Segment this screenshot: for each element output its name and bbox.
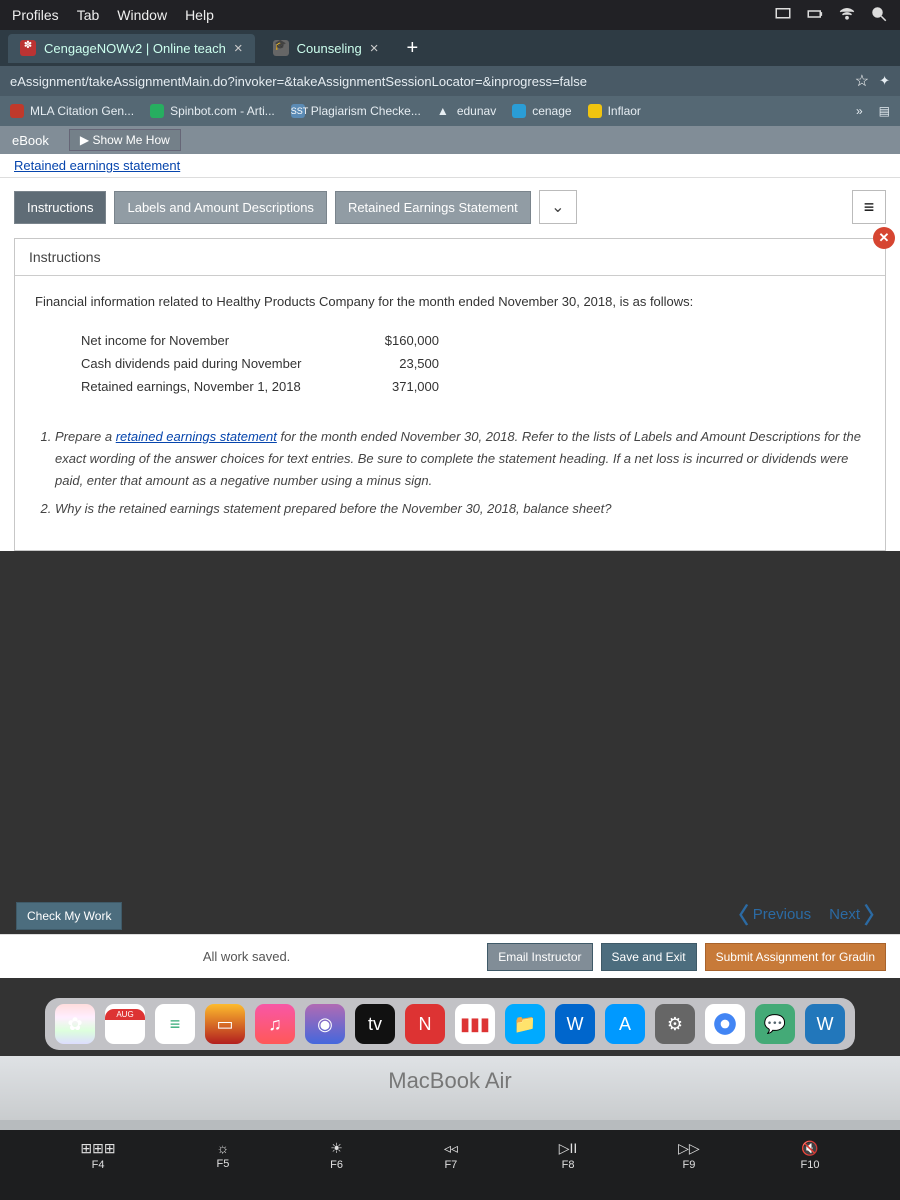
bookmark-icon xyxy=(588,104,602,118)
bookmark-icon: SST xyxy=(291,104,305,118)
footer-bar: All work saved. Email Instructor Save an… xyxy=(0,934,900,978)
bookmark-mla[interactable]: MLA Citation Gen... xyxy=(10,104,134,118)
app-bar: eBook ▶ Show Me How xyxy=(0,126,900,154)
key-f4: ⊞⊞⊞F4 xyxy=(80,1140,115,1171)
tab-instructions[interactable]: Instructions xyxy=(14,191,106,224)
key-f10: 🔇F10 xyxy=(801,1140,820,1171)
address-bar: eAssignment/takeAssignmentMain.do?invoke… xyxy=(0,66,900,96)
url-field[interactable]: eAssignment/takeAssignmentMain.do?invoke… xyxy=(10,74,845,89)
menu-help[interactable]: Help xyxy=(185,7,214,23)
settings-app-icon[interactable]: ⚙ xyxy=(655,1004,695,1044)
bookmark-plagiarism[interactable]: SSTPlagiarism Checke... xyxy=(291,104,421,118)
bookmark-edunav[interactable]: ▲edunav xyxy=(437,104,496,118)
tab-counseling[interactable]: 🎓 Counseling × xyxy=(261,34,391,63)
bookmark-icon xyxy=(10,104,24,118)
bookmark-star-icon[interactable]: ☆ xyxy=(855,71,869,91)
menu-window[interactable]: Window xyxy=(117,7,167,23)
battery-icon[interactable] xyxy=(806,5,824,26)
key-f8: ▷IIF8 xyxy=(559,1140,578,1171)
key-f7: ◃◃F7 xyxy=(444,1140,458,1171)
extension-icon[interactable]: ✦ xyxy=(879,73,890,89)
previous-button[interactable]: 〈Previous xyxy=(727,898,811,930)
table-row: Cash dividends paid during November23,50… xyxy=(81,352,865,375)
bookmark-icon xyxy=(150,104,164,118)
bookmark-inflaor[interactable]: Inflaor xyxy=(588,104,641,118)
mac-menubar: Profiles Tab Window Help xyxy=(0,0,900,30)
dock: ✿ AUG25 ≡ ▭ ♫ ◉ tv N ▮▮▮ 📁 W A ⚙ 💬 W xyxy=(0,998,900,1050)
files-app-icon[interactable]: 📁 xyxy=(505,1004,545,1044)
save-and-exit-button[interactable]: Save and Exit xyxy=(601,943,697,971)
appstore-app-icon[interactable]: A xyxy=(605,1004,645,1044)
photos-app-icon[interactable]: ✿ xyxy=(55,1004,95,1044)
tab-label: Counseling xyxy=(297,41,362,56)
bookmark-cenage[interactable]: cenage xyxy=(512,104,571,118)
stats-app-icon[interactable]: ▮▮▮ xyxy=(455,1004,495,1044)
save-status: All work saved. xyxy=(14,949,479,964)
bookmarks-bar: MLA Citation Gen... Spinbot.com - Arti..… xyxy=(0,96,900,126)
retained-earnings-link[interactable]: retained earnings statement xyxy=(116,429,277,444)
appletv-app-icon[interactable]: tv xyxy=(355,1004,395,1044)
menu-icon[interactable]: ≡ xyxy=(852,190,886,224)
submit-assignment-button[interactable]: Submit Assignment for Gradin xyxy=(705,943,886,971)
wifi-icon[interactable] xyxy=(838,5,856,26)
panel-title: Instructions xyxy=(15,239,885,276)
word2-app-icon[interactable]: W xyxy=(805,1004,845,1044)
next-button[interactable]: Next〉 xyxy=(829,898,886,930)
tab-cengage[interactable]: ✽ CengageNOWv2 | Online teach × xyxy=(8,34,255,63)
bookmark-icon xyxy=(512,104,526,118)
favicon-icon: ✽ xyxy=(20,40,36,56)
ebook-link[interactable]: eBook xyxy=(12,133,49,148)
question-2: Why is the retained earnings statement p… xyxy=(55,498,865,520)
word-app-icon[interactable]: W xyxy=(555,1004,595,1044)
calendar-app-icon[interactable]: AUG25 xyxy=(105,1004,145,1044)
tab-label: CengageNOWv2 | Online teach xyxy=(44,41,226,56)
check-my-work-button[interactable]: Check My Work xyxy=(16,902,122,930)
key-f9: ▷▷F9 xyxy=(678,1140,700,1171)
breadcrumb[interactable]: Retained earnings statement xyxy=(0,154,900,178)
podcasts-app-icon[interactable]: ◉ xyxy=(305,1004,345,1044)
tab-retained-earnings[interactable]: Retained Earnings Statement xyxy=(335,191,531,224)
lead-text: Financial information related to Healthy… xyxy=(35,294,865,309)
favicon-icon: 🎓 xyxy=(273,40,289,56)
laptop-label: MacBook Air xyxy=(0,1056,900,1120)
chrome-app-icon[interactable] xyxy=(705,1004,745,1044)
financial-table: Net income for November$160,000 Cash div… xyxy=(81,329,865,398)
screen-icon[interactable] xyxy=(774,5,792,26)
question-1: Prepare a retained earnings statement fo… xyxy=(55,426,865,492)
tab-labels[interactable]: Labels and Amount Descriptions xyxy=(114,191,326,224)
folder-app-icon[interactable]: ▭ xyxy=(205,1004,245,1044)
search-icon[interactable] xyxy=(870,5,888,26)
menu-tab[interactable]: Tab xyxy=(77,7,100,23)
reading-list-icon[interactable]: ▤ xyxy=(879,104,890,118)
table-row: Retained earnings, November 1, 2018371,0… xyxy=(81,375,865,398)
tab-dropdown[interactable]: ⌄ xyxy=(539,190,577,224)
menu-profiles[interactable]: Profiles xyxy=(12,7,59,23)
close-tab-icon[interactable]: × xyxy=(234,40,243,57)
key-f6: ☀F6 xyxy=(330,1140,343,1171)
table-row: Net income for November$160,000 xyxy=(81,329,865,352)
close-tab-icon[interactable]: × xyxy=(370,40,379,57)
music-app-icon[interactable]: ♫ xyxy=(255,1004,295,1044)
show-me-how-button[interactable]: ▶ Show Me How xyxy=(69,129,181,151)
email-instructor-button[interactable]: Email Instructor xyxy=(487,943,592,971)
bookmark-spinbot[interactable]: Spinbot.com - Arti... xyxy=(150,104,275,118)
keyboard: ⊞⊞⊞F4 ☼F5 ☀F6 ◃◃F7 ▷IIF8 ▷▷F9 🔇F10 xyxy=(0,1130,900,1200)
key-f5: ☼F5 xyxy=(216,1140,229,1170)
news-app-icon[interactable]: N xyxy=(405,1004,445,1044)
messages-app-icon[interactable]: 💬 xyxy=(755,1004,795,1044)
instructions-panel: ✕ Instructions Financial information rel… xyxy=(14,238,886,551)
close-panel-icon[interactable]: ✕ xyxy=(873,227,895,249)
browser-tabstrip: ✽ CengageNOWv2 | Online teach × 🎓 Counse… xyxy=(0,30,900,66)
bookmark-icon: ▲ xyxy=(437,104,451,118)
new-tab-button[interactable]: + xyxy=(396,37,428,60)
reminders-app-icon[interactable]: ≡ xyxy=(155,1004,195,1044)
overflow-icon[interactable]: » xyxy=(856,104,863,118)
content-area: Instructions Labels and Amount Descripti… xyxy=(0,178,900,551)
